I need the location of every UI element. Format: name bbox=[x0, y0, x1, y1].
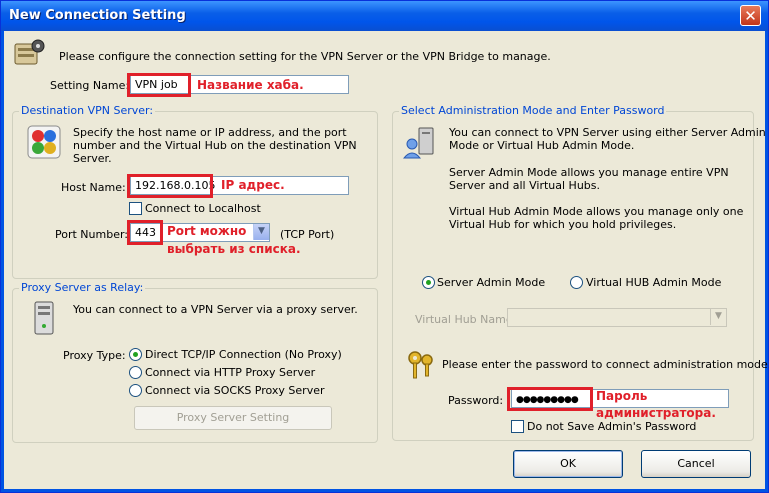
do-not-save-label[interactable]: Do not Save Admin's Password bbox=[527, 420, 696, 433]
hub-admin-mode-label[interactable]: Virtual HUB Admin Mode bbox=[586, 276, 721, 289]
password-prompt: Please enter the password to connect adm… bbox=[442, 358, 769, 371]
port-unit-label: (TCP Port) bbox=[280, 228, 335, 241]
proxy-desc: You can connect to a VPN Server via a pr… bbox=[73, 303, 358, 316]
admin-mode-group-title: Select Administration Mode and Enter Pas… bbox=[399, 104, 667, 117]
proxy-http-radio[interactable] bbox=[129, 366, 142, 379]
dialog-body: Please configure the connection setting … bbox=[4, 31, 769, 489]
proxy-group-title: Proxy Server as Relay: bbox=[19, 281, 146, 294]
admin-desc-1a: You can connect to VPN Server using eith… bbox=[449, 126, 766, 139]
admin-desc-1b: Mode or Virtual Hub Admin Mode. bbox=[449, 139, 635, 152]
server-settings-icon bbox=[14, 39, 45, 65]
connect-localhost-checkbox[interactable] bbox=[129, 202, 142, 215]
connect-localhost-label[interactable]: Connect to Localhost bbox=[145, 202, 261, 215]
window-title: New Connection Setting bbox=[9, 8, 186, 23]
proxy-socks-radio[interactable] bbox=[129, 384, 142, 397]
do-not-save-checkbox[interactable] bbox=[511, 420, 524, 433]
hub-dropdown-arrow-icon[interactable]: ▼ bbox=[710, 309, 726, 325]
password-annotation-2: администратора. bbox=[596, 406, 716, 420]
title-bar[interactable]: New Connection Setting ✕ bbox=[1, 1, 768, 31]
ok-button[interactable]: OK bbox=[513, 450, 623, 478]
setting-name-highlight bbox=[127, 73, 191, 97]
hub-admin-mode-radio[interactable] bbox=[570, 276, 583, 289]
host-name-highlight bbox=[127, 174, 213, 198]
keys-icon bbox=[408, 351, 433, 379]
close-button[interactable]: ✕ bbox=[740, 5, 761, 26]
port-annotation-1: Port можно bbox=[167, 224, 247, 238]
proxy-socks-label[interactable]: Connect via SOCKS Proxy Server bbox=[145, 384, 325, 397]
intro-text: Please configure the connection setting … bbox=[59, 50, 551, 63]
cancel-button[interactable]: Cancel bbox=[641, 450, 751, 478]
server-admin-mode-radio[interactable] bbox=[422, 276, 435, 289]
destination-desc-1: Specify the host name or IP address, and… bbox=[73, 126, 347, 139]
port-dropdown-arrow-icon[interactable]: ▼ bbox=[253, 224, 269, 240]
password-annotation-1: Пароль bbox=[596, 389, 648, 403]
port-number-label: Port Number: bbox=[55, 228, 129, 241]
proxy-server-setting-button[interactable]: Proxy Server Setting bbox=[134, 406, 332, 430]
dialog-window: New Connection Setting ✕ Please configur… bbox=[0, 0, 769, 493]
port-annotation-2: выбрать из списка. bbox=[167, 242, 301, 256]
destination-desc-3: Server. bbox=[73, 152, 112, 165]
admin-desc-3a: Virtual Hub Admin Mode allows you manage… bbox=[449, 205, 744, 218]
admin-desc-2a: Server Admin Mode allows you manage enti… bbox=[449, 166, 729, 179]
admin-user-icon bbox=[403, 127, 434, 159]
hub-name-combobox[interactable] bbox=[507, 308, 727, 327]
vpn-server-icon bbox=[27, 125, 61, 159]
admin-desc-3b: Virtual Hub for which you hold privilege… bbox=[449, 218, 677, 231]
setting-name-annotation: Название хаба. bbox=[197, 78, 304, 92]
password-highlight bbox=[507, 387, 593, 411]
setting-name-label: Setting Name: bbox=[50, 79, 130, 92]
destination-desc-2: number and the Virtual Hub on the destin… bbox=[73, 139, 357, 152]
hub-name-label: Virtual Hub Name: bbox=[415, 313, 517, 326]
proxy-direct-radio[interactable] bbox=[129, 348, 142, 361]
password-label: Password: bbox=[448, 394, 504, 407]
port-number-highlight bbox=[127, 220, 163, 245]
destination-group-title: Destination VPN Server: bbox=[19, 104, 156, 117]
server-admin-mode-label[interactable]: Server Admin Mode bbox=[437, 276, 545, 289]
proxy-direct-label[interactable]: Direct TCP/IP Connection (No Proxy) bbox=[145, 348, 342, 361]
proxy-server-icon bbox=[34, 301, 54, 335]
host-name-annotation: IP адрес. bbox=[221, 178, 285, 192]
host-name-label: Host Name: bbox=[61, 181, 126, 194]
proxy-type-label: Proxy Type: bbox=[63, 349, 126, 362]
proxy-http-label[interactable]: Connect via HTTP Proxy Server bbox=[145, 366, 315, 379]
admin-desc-2b: Server and all Virtual Hubs. bbox=[449, 179, 601, 192]
